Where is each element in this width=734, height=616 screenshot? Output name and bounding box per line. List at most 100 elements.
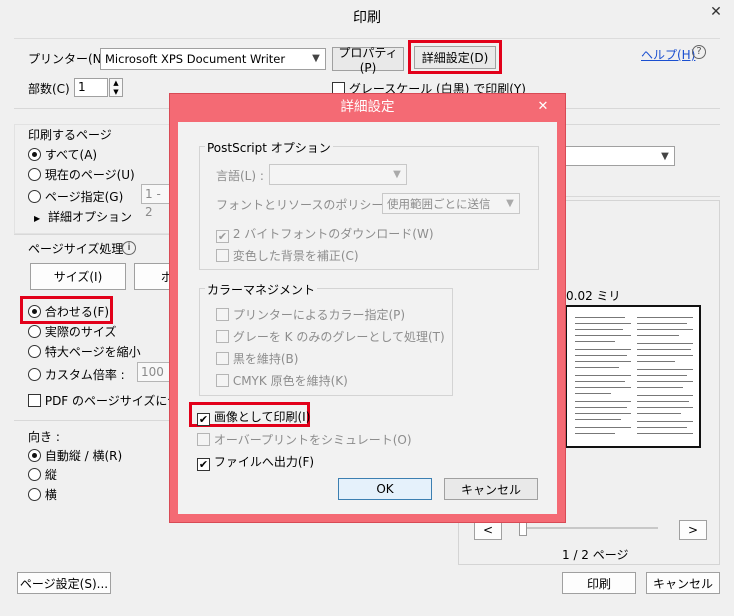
shrink-label: 特大ページを縮小: [44, 345, 141, 359]
as-image-option[interactable]: ✔ 画像として印刷(I): [197, 408, 310, 426]
orientation-portrait-option[interactable]: 縦: [28, 466, 57, 483]
language-label: 言語(L) :: [216, 169, 264, 183]
window-title: 印刷: [0, 0, 734, 36]
font-policy-select[interactable]: 使用範囲ごとに送信 ▼: [382, 193, 520, 214]
prev-page-button[interactable]: <: [474, 520, 502, 540]
pages-title: 印刷するページ: [28, 128, 112, 142]
divider: [14, 38, 720, 39]
ok-button[interactable]: OK: [338, 478, 432, 500]
radio-off-icon[interactable]: [28, 345, 41, 358]
chevron-down-icon: ▼: [393, 169, 401, 180]
radio-off-icon[interactable]: [28, 168, 41, 181]
gray-k-label: グレーを K のみのグレーとして処理(T): [232, 330, 445, 344]
checkbox-icon[interactable]: [216, 308, 229, 321]
to-file-option[interactable]: ✔ ファイルへ出力(F): [197, 453, 314, 471]
comments-select[interactable]: ▼: [565, 146, 675, 166]
radio-off-icon[interactable]: [28, 468, 41, 481]
help-icon[interactable]: ?: [692, 45, 706, 59]
cancel-button[interactable]: キャンセル: [646, 572, 720, 594]
custom-scale-option[interactable]: カスタム倍率 :: [28, 366, 125, 383]
copies-stepper[interactable]: ▲ ▼: [109, 78, 123, 97]
fix-bg-label: 変色した背景を補正(C): [232, 249, 359, 263]
radio-off-icon[interactable]: [28, 368, 41, 381]
printer-color-option[interactable]: プリンターによるカラー指定(P): [216, 306, 405, 323]
properties-button[interactable]: プロパティ(P): [332, 46, 404, 75]
chevron-down-icon: ▼: [506, 198, 514, 209]
radio-on-icon[interactable]: [28, 305, 41, 318]
help-link[interactable]: ヘルプ(H): [641, 46, 695, 63]
language-select[interactable]: ▼: [269, 164, 407, 185]
checkbox-icon[interactable]: [216, 352, 229, 365]
preview-thumbnail: [565, 305, 701, 448]
page-setup-button[interactable]: ページ設定(S)...: [17, 572, 111, 594]
info-icon[interactable]: i: [122, 241, 136, 255]
keep-black-option[interactable]: 黒を維持(B): [216, 350, 298, 367]
overprint-option[interactable]: オーバープリントをシミュレート(O): [197, 431, 412, 448]
size-button[interactable]: サイズ(I): [30, 263, 126, 290]
cmyk-label: CMYK 原色を維持(K): [232, 374, 348, 388]
orientation-landscape-option[interactable]: 横: [28, 486, 57, 503]
chevron-down-icon: ▼: [661, 151, 669, 162]
window-close-button[interactable]: ✕: [704, 4, 728, 22]
more-options-toggle[interactable]: ▶ 詳細オプション: [34, 208, 132, 225]
custom-scale-input[interactable]: 100: [137, 362, 171, 382]
checkbox-icon[interactable]: [28, 394, 41, 407]
printer-select[interactable]: Microsoft XPS Document Writer ▼: [100, 48, 326, 70]
to-file-label: ファイルへ出力(F): [213, 455, 315, 469]
dl-2byte-option[interactable]: ✔ 2 バイトフォントのダウンロード(W): [216, 225, 434, 243]
divider: [14, 420, 174, 421]
shrink-option[interactable]: 特大ページを縮小: [28, 343, 141, 360]
radio-off-icon[interactable]: [28, 325, 41, 338]
actual-size-option[interactable]: 実際のサイズ: [28, 323, 116, 340]
preview-size-text: 0.02 ミリ: [566, 289, 621, 303]
checkbox-checked-icon[interactable]: ✔: [197, 458, 210, 471]
orientation-auto-label: 自動縦 / 横(R): [44, 449, 123, 463]
font-policy-value: 使用範囲ごとに送信: [387, 197, 491, 211]
checkbox-checked-icon[interactable]: ✔: [216, 230, 229, 243]
checkbox-icon[interactable]: [216, 249, 229, 262]
checkbox-icon[interactable]: [216, 330, 229, 343]
pages-range-option[interactable]: ページ指定(G): [28, 188, 123, 205]
keep-black-label: 黒を維持(B): [232, 352, 299, 366]
color-group-title: カラーマネジメント: [205, 281, 318, 298]
poster-button[interactable]: ポ: [134, 263, 174, 290]
pdf-size-label: PDF のページサイズに合わ: [44, 394, 170, 408]
print-button[interactable]: 印刷: [562, 572, 636, 594]
checkbox-icon[interactable]: [216, 374, 229, 387]
pages-all-label: すべて(A): [44, 148, 98, 162]
printer-value: Microsoft XPS Document Writer: [105, 52, 286, 66]
radio-off-icon[interactable]: [28, 488, 41, 501]
fit-label: 合わせる(F): [44, 305, 110, 319]
pages-current-label: 現在のページ(U): [44, 168, 135, 182]
orientation-portrait-label: 縦: [44, 468, 57, 482]
overprint-label: オーバープリントをシミュレート(O): [213, 433, 412, 447]
advanced-dialog-close-button[interactable]: ✕: [528, 97, 558, 117]
page-range-input[interactable]: 1 - 2: [141, 184, 171, 219]
divider: [14, 234, 174, 235]
page-count: 1 / 2 ページ: [562, 548, 629, 562]
copies-input[interactable]: 1: [74, 78, 108, 97]
pages-current-option[interactable]: 現在のページ(U): [28, 166, 135, 183]
more-options-label: 詳細オプション: [47, 210, 132, 224]
checkbox-checked-icon[interactable]: ✔: [197, 413, 210, 426]
pages-all-option[interactable]: すべて(A): [28, 146, 97, 163]
next-page-button[interactable]: >: [679, 520, 707, 540]
advanced-settings-button[interactable]: 詳細設定(D): [414, 46, 496, 69]
fix-bg-option[interactable]: 変色した背景を補正(C): [216, 247, 359, 264]
gray-k-option[interactable]: グレーを K のみのグレーとして処理(T): [216, 328, 445, 345]
cmyk-option[interactable]: CMYK 原色を維持(K): [216, 372, 348, 389]
page-slider-track[interactable]: [524, 527, 658, 529]
custom-scale-label: カスタム倍率 :: [44, 368, 125, 382]
radio-off-icon[interactable]: [28, 190, 41, 203]
fit-option[interactable]: 合わせる(F): [28, 303, 109, 320]
checkbox-icon[interactable]: [197, 433, 210, 446]
radio-on-icon[interactable]: [28, 148, 41, 161]
radio-on-icon[interactable]: [28, 449, 41, 462]
divider: [560, 196, 720, 197]
pdf-size-option[interactable]: PDF のページサイズに合わ: [28, 392, 170, 409]
modal-cancel-button[interactable]: キャンセル: [444, 478, 538, 500]
divider: [560, 124, 720, 125]
copies-label: 部数(C) :: [28, 82, 78, 96]
orientation-landscape-label: 横: [44, 488, 57, 502]
orientation-auto-option[interactable]: 自動縦 / 横(R): [28, 447, 122, 464]
